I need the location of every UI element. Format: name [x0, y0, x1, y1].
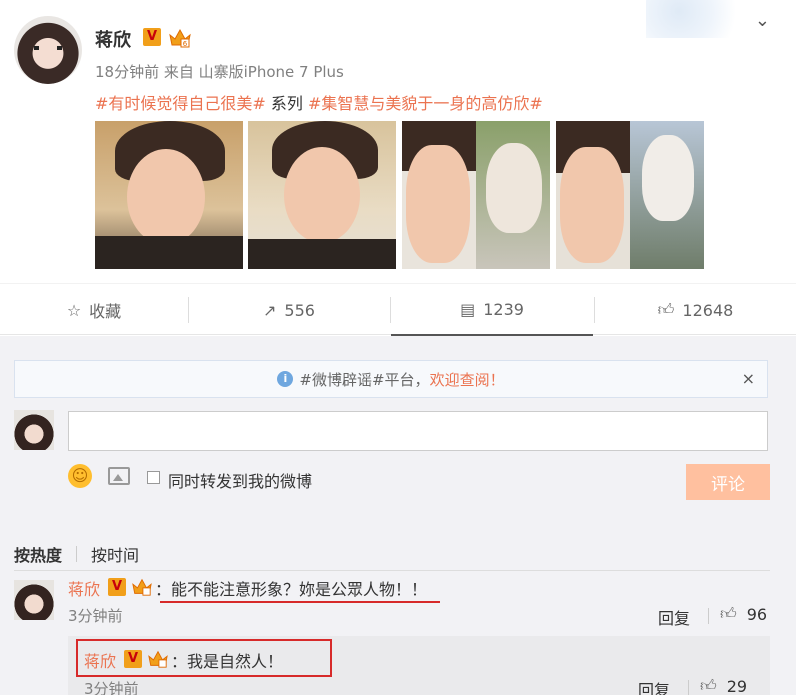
comment-button[interactable]: ▤ 1239 [391, 284, 593, 336]
reply-like-button[interactable]: 👍︎ 29 [700, 676, 747, 695]
comment-reply-button[interactable]: 回复 [658, 605, 690, 629]
annotation-underline [160, 601, 440, 603]
notice-text: #微博辟谣#平台， [299, 370, 430, 389]
like-button[interactable]: 👍︎ 12648 [595, 284, 796, 336]
comment-like-count: 96 [746, 604, 768, 624]
chevron-down-icon[interactable]: ⌄ [755, 10, 770, 31]
author-avatar[interactable] [14, 16, 82, 84]
reply-like-count: 29 [726, 676, 748, 695]
topic-separator: 系列 [265, 94, 309, 113]
post-meta: 18分钟前 来自 山寨版iPhone 7 Plus [95, 63, 344, 81]
notice-link[interactable]: 欢迎查阅！ [430, 369, 505, 390]
topic-link-2[interactable]: #集智慧与美貌于一身的高仿欣# [308, 94, 543, 113]
author-name[interactable]: 蒋欣 [95, 26, 131, 52]
close-icon[interactable]: × [742, 369, 755, 388]
favorite-label: 收藏 [89, 302, 122, 321]
sort-by-hot[interactable]: 按热度 [14, 542, 62, 566]
repost-button[interactable]: ↗ 556 [189, 284, 389, 336]
commenter-name[interactable]: 蒋欣 [68, 576, 100, 600]
thumbs-up-icon: 👍︎ [657, 300, 675, 319]
repost-count: 556 [284, 300, 315, 320]
repost-checkbox-label[interactable]: 同时转发到我的微博 [168, 468, 312, 492]
emoji-icon[interactable]: ☺ [68, 464, 92, 488]
annotation-box [76, 639, 332, 677]
snowflake-decoration [646, 0, 756, 38]
commenter-avatar[interactable] [14, 580, 54, 620]
post-photo-1[interactable] [95, 121, 243, 269]
svg-text:6: 6 [183, 40, 188, 48]
verified-badge-icon: V [143, 28, 161, 46]
topic-link-1[interactable]: #有时候觉得自己很美# [95, 94, 266, 113]
post-photo-2[interactable] [248, 121, 396, 269]
image-icon[interactable] [108, 467, 130, 485]
like-count: 12648 [682, 300, 734, 320]
comment-input[interactable] [68, 411, 768, 451]
thumbs-up-icon: 👍︎ [700, 676, 717, 695]
repost-icon: ↗ [263, 300, 277, 320]
vip-crown-icon: 6 [169, 28, 191, 48]
post-action-bar: ☆ 收藏 ↗ 556 ▤ 1239 👍︎ 12648 [0, 283, 796, 336]
sort-by-time[interactable]: 按时间 [91, 542, 139, 566]
rumor-notice: i #微博辟谣#平台， 欢迎查阅！ × [14, 360, 768, 398]
comment-submit-button[interactable]: 评论 [686, 464, 770, 500]
comment-like-button[interactable]: 👍︎ 96 [720, 604, 767, 624]
comment-icon: ▤ [460, 299, 476, 319]
comment-sort-tabs: 按热度 按时间 [14, 542, 139, 566]
star-icon: ☆ [66, 300, 82, 320]
comment-section: i #微博辟谣#平台， 欢迎查阅！ × ☺ 同时转发到我的微博 评论 按热度 按… [0, 336, 796, 695]
reply-time: 3分钟前 [84, 680, 139, 695]
post-photo-3[interactable] [402, 121, 550, 269]
comment-text: ：能不能注意形象？妳是公眾人物！！ [155, 580, 428, 599]
repost-checkbox[interactable] [147, 471, 160, 484]
vip-crown-icon [132, 578, 152, 596]
comment-time: 3分钟前 [68, 607, 123, 625]
post-photo-4[interactable] [556, 121, 704, 269]
current-user-avatar [14, 410, 54, 450]
weibo-post: ⌄ 蒋欣 V 6 18分钟前 来自 山寨版iPhone 7 Plus #有时候觉… [0, 0, 796, 283]
info-icon: i [277, 371, 294, 387]
verified-badge-icon: V [108, 578, 126, 596]
post-text: #有时候觉得自己很美# 系列 #集智慧与美貌于一身的高仿欣# [95, 90, 543, 114]
thumbs-up-icon: 👍︎ [720, 604, 737, 623]
favorite-button[interactable]: ☆ 收藏 [0, 284, 188, 336]
comment-count: 1239 [483, 299, 524, 319]
reply-reply-button[interactable]: 回复 [638, 677, 670, 695]
